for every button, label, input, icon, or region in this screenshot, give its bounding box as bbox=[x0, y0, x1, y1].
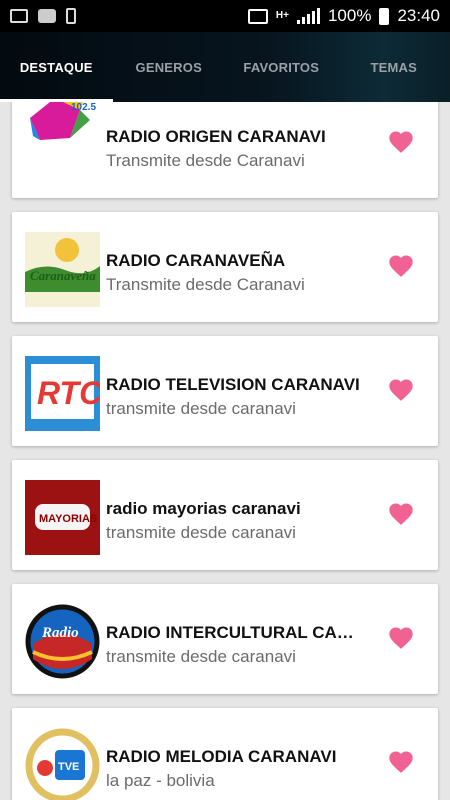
station-logo: TVE bbox=[25, 728, 100, 800]
station-name: radio mayorias caranavi bbox=[106, 499, 301, 518]
favorite-heart-icon[interactable] bbox=[387, 252, 415, 280]
svg-text:RTC: RTC bbox=[37, 375, 100, 411]
svg-text:Radio: Radio bbox=[41, 625, 79, 641]
tab-destaque[interactable]: DESTAQUE bbox=[0, 32, 113, 102]
network-type: H+ bbox=[275, 10, 289, 21]
station-card[interactable]: MAYORIAS radio mayorias caranavi transmi… bbox=[12, 460, 438, 570]
station-name: RADIO INTERCULTURAL CARANAVI bbox=[106, 623, 366, 642]
tab-temas[interactable]: TEMAS bbox=[338, 32, 450, 102]
signal-icon bbox=[296, 8, 320, 24]
station-card[interactable]: TVE RADIO MELODIA CARANAVI la paz - boli… bbox=[12, 708, 438, 800]
station-subtitle: transmite desde caranavi bbox=[106, 523, 296, 542]
tab-generos[interactable]: GENEROS bbox=[113, 32, 226, 102]
cast-icon bbox=[247, 8, 268, 24]
station-card[interactable]: RTC RADIO TELEVISION CARANAVI transmite … bbox=[12, 336, 438, 446]
photo-notification-icon bbox=[10, 9, 28, 23]
status-bar: H+ 100% 23:40 bbox=[0, 0, 450, 32]
station-name: RADIO MELODIA CARANAVI bbox=[106, 747, 337, 766]
station-logo: 102.5 bbox=[25, 102, 100, 163]
station-logo: Caranaveña bbox=[25, 232, 100, 307]
station-list[interactable]: 102.5 RADIO ORIGEN CARANAVI Transmite de… bbox=[0, 102, 450, 800]
station-card[interactable]: Caranaveña RADIO CARANAVEÑA Transmite de… bbox=[12, 212, 438, 322]
station-name: RADIO ORIGEN CARANAVI bbox=[106, 127, 326, 146]
clock: 23:40 bbox=[397, 6, 440, 25]
station-logo: MAYORIAS bbox=[25, 480, 100, 555]
favorite-heart-icon[interactable] bbox=[387, 624, 415, 652]
tab-favoritos[interactable]: FAVORITOS bbox=[225, 32, 338, 102]
svg-text:MAYORIAS: MAYORIAS bbox=[39, 513, 97, 525]
station-name: RADIO TELEVISION CARANAVI bbox=[106, 375, 360, 394]
svg-text:102.5: 102.5 bbox=[71, 102, 96, 113]
svg-text:TVE: TVE bbox=[58, 761, 79, 773]
station-name: RADIO CARANAVEÑA bbox=[106, 251, 286, 270]
station-subtitle: Transmite desde Caranavi bbox=[106, 151, 305, 170]
station-card[interactable]: 102.5 RADIO ORIGEN CARANAVI Transmite de… bbox=[12, 102, 438, 198]
tab-bar: DESTAQUE GENEROS FAVORITOS TEMAS bbox=[0, 32, 450, 102]
favorite-heart-icon[interactable] bbox=[387, 128, 415, 156]
station-card[interactable]: Radio RADIO INTERCULTURAL CARANAVI trans… bbox=[12, 584, 438, 694]
wifi-notification-icon bbox=[38, 9, 56, 23]
favorite-heart-icon[interactable] bbox=[387, 500, 415, 528]
battery-icon bbox=[379, 7, 390, 25]
svg-text:Caranaveña: Caranaveña bbox=[30, 268, 96, 283]
station-logo: Radio bbox=[25, 604, 100, 679]
station-subtitle: Transmite desde Caranavi bbox=[106, 275, 305, 294]
station-logo: RTC bbox=[25, 356, 100, 431]
station-subtitle: transmite desde caranavi bbox=[106, 399, 296, 418]
favorite-heart-icon[interactable] bbox=[387, 748, 415, 776]
battery-percent: 100% bbox=[327, 6, 372, 25]
station-subtitle: transmite desde caranavi bbox=[106, 647, 296, 666]
favorite-heart-icon[interactable] bbox=[387, 376, 415, 404]
battery-notification-icon bbox=[66, 8, 76, 24]
station-subtitle: la paz - bolivia bbox=[106, 771, 215, 790]
